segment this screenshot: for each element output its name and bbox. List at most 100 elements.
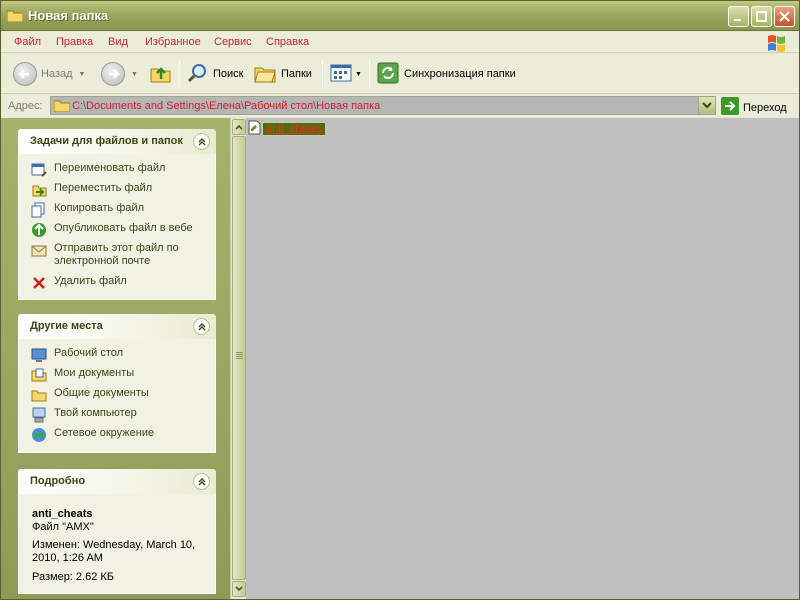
place-network[interactable]: Сетевое окружение: [31, 427, 154, 443]
file-list[interactable]: anti_cheats: [246, 118, 799, 599]
place-shared-documents-label: Общие документы: [54, 387, 149, 399]
place-desktop-label: Рабочий стол: [54, 347, 124, 359]
minimize-button[interactable]: [728, 6, 749, 27]
file-name: anti_cheats: [261, 122, 327, 136]
up-folder-button[interactable]: [149, 60, 173, 88]
task-copy-label: Копировать файл: [54, 202, 145, 214]
collapse-icon[interactable]: [193, 133, 210, 150]
network-icon: [31, 427, 47, 443]
menu-file[interactable]: Файл: [14, 36, 41, 48]
back-button[interactable]: Назад ▼: [13, 60, 85, 88]
task-email[interactable]: Отправить этот файл по электронной почте: [31, 242, 204, 268]
task-delete[interactable]: Удалить файл: [31, 275, 127, 291]
place-my-computer-label: Твой компьютер: [54, 407, 137, 419]
maximize-button[interactable]: [751, 6, 772, 27]
details-panel: anti_cheats Файл "AMX" Изменен: Wednesda…: [18, 494, 216, 594]
shared-documents-icon: [31, 387, 47, 403]
list-item[interactable]: anti_cheats: [248, 120, 327, 138]
window-title: Новая папка: [28, 8, 109, 23]
toolbar-separator: [179, 60, 180, 88]
task-publish-web-label: Опубликовать файл в вебе: [54, 222, 193, 234]
publish-web-icon: [31, 222, 47, 238]
desktop-icon: [31, 347, 47, 363]
menu-bar: Файл Правка Вид Избранное Сервис Справка: [1, 32, 799, 53]
menu-favorites[interactable]: Избранное: [145, 36, 201, 48]
copy-icon: [31, 202, 47, 218]
back-arrow-icon: [13, 62, 37, 86]
task-pane-scrollbar[interactable]: [230, 118, 246, 599]
task-pane: Задачи для файлов и папок Переименовать …: [1, 118, 230, 599]
forward-button[interactable]: ▼: [101, 60, 138, 88]
search-button[interactable]: Поиск: [187, 60, 243, 88]
windows-logo-icon: [765, 33, 789, 53]
scroll-down-button[interactable]: [232, 581, 246, 597]
search-icon: [187, 62, 209, 87]
folders-icon: [253, 62, 277, 87]
task-copy[interactable]: Копировать файл: [31, 202, 144, 218]
places-panel: Рабочий стол Мои документы Общие докумен…: [18, 339, 216, 453]
task-move[interactable]: Переместить файл: [31, 182, 152, 198]
address-dropdown-button[interactable]: [698, 97, 715, 114]
views-icon: [330, 63, 354, 86]
rename-icon: [31, 162, 47, 178]
go-label: Переход: [743, 101, 787, 114]
move-icon: [31, 182, 47, 198]
task-email-label: Отправить этот файл по электронной почте: [54, 242, 179, 267]
address-input[interactable]: C:\Documents and Settings\Елена\Рабочий …: [50, 96, 716, 115]
places-panel-header[interactable]: Другие места: [18, 314, 216, 339]
views-button[interactable]: ▼: [330, 60, 362, 88]
detail-size: Размер: 2.62 КБ: [32, 571, 115, 583]
task-rename[interactable]: Переименовать файл: [31, 162, 165, 178]
place-my-computer[interactable]: Твой компьютер: [31, 407, 137, 423]
collapse-icon[interactable]: [193, 318, 210, 335]
folders-button[interactable]: Папки: [253, 60, 312, 88]
place-desktop[interactable]: Рабочий стол: [31, 347, 123, 363]
tasks-panel-title: Задачи для файлов и папок: [30, 135, 183, 147]
details-panel-title: Подробно: [30, 475, 86, 487]
file-icon: [248, 120, 261, 138]
tasks-panel: Переименовать файл Переместить файл Копи…: [18, 154, 216, 300]
task-rename-label: Переименовать файл: [54, 162, 166, 174]
place-network-label: Сетевое окружение: [54, 427, 155, 439]
details-panel-header[interactable]: Подробно: [18, 469, 216, 494]
place-my-documents[interactable]: Мои документы: [31, 367, 134, 383]
sync-label: Синхронизация папки: [404, 68, 516, 80]
address-label: Адрес:: [8, 100, 43, 112]
scrollbar-thumb[interactable]: [232, 136, 246, 580]
title-bar[interactable]: Новая папка: [1, 1, 799, 31]
detail-modified: Изменен: Wednesday, March 10, 2010, 1:26…: [32, 539, 196, 564]
chevron-down-icon: ▼: [355, 70, 362, 78]
task-move-label: Переместить файл: [54, 182, 153, 194]
menu-edit[interactable]: Правка: [56, 36, 93, 48]
back-label: Назад: [41, 68, 73, 80]
menu-tools[interactable]: Сервис: [214, 36, 252, 48]
go-arrow-icon: [721, 97, 739, 118]
address-path: C:\Documents and Settings\Елена\Рабочий …: [72, 100, 381, 112]
tasks-panel-header[interactable]: Задачи для файлов и папок: [18, 129, 216, 154]
address-bar: Адрес: C:\Documents and Settings\Елена\Р…: [1, 95, 799, 117]
place-shared-documents[interactable]: Общие документы: [31, 387, 149, 403]
go-button[interactable]: Переход: [721, 97, 787, 118]
collapse-icon[interactable]: [193, 473, 210, 490]
detail-file-name: anti_cheats: [32, 508, 93, 520]
scroll-up-button[interactable]: [232, 119, 246, 135]
place-my-documents-label: Мои документы: [54, 367, 135, 379]
folder-icon: [53, 99, 71, 115]
my-documents-icon: [31, 367, 47, 383]
my-computer-icon: [31, 407, 47, 423]
explorer-window: Новая папка Файл Правка Вид Избранное Се…: [0, 0, 800, 600]
forward-arrow-icon: [101, 62, 125, 86]
grip-icon: [236, 352, 243, 360]
folders-label: Папки: [281, 68, 312, 80]
detail-file-type: Файл "AMX": [32, 521, 94, 533]
toolbar-separator: [369, 60, 370, 88]
search-label: Поиск: [213, 68, 244, 80]
menu-help[interactable]: Справка: [266, 36, 309, 48]
close-button[interactable]: [774, 6, 795, 27]
email-icon: [31, 242, 47, 258]
chevron-down-icon: ▼: [78, 70, 86, 78]
sync-folder-button[interactable]: Синхронизация папки: [376, 60, 516, 88]
task-publish-web[interactable]: Опубликовать файл в вебе: [31, 222, 193, 238]
menu-view[interactable]: Вид: [108, 36, 128, 48]
toolbar-separator: [322, 60, 323, 88]
